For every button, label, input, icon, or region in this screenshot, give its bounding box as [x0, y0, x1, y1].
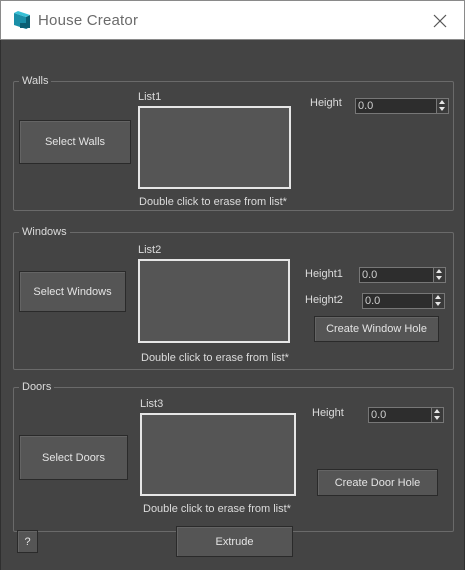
spinner-arrows-icon[interactable] [436, 99, 448, 113]
windows-list[interactable] [138, 259, 290, 343]
close-icon [433, 14, 447, 28]
windows-hint: Double click to erase from list* [141, 352, 289, 364]
list2-label: List2 [138, 244, 162, 256]
spinner-arrows-icon[interactable] [433, 268, 445, 282]
walls-height-spinner[interactable] [355, 98, 449, 114]
windows-height1-spinner[interactable] [359, 267, 446, 283]
walls-list[interactable] [138, 106, 291, 189]
window-title: House Creator [38, 12, 139, 29]
walls-hint: Double click to erase from list* [139, 196, 287, 208]
windows-height2-input[interactable] [365, 294, 432, 308]
windows-height2-spinner[interactable] [362, 293, 445, 309]
walls-height-input[interactable] [358, 99, 436, 113]
windows-height2-label: Height2 [305, 294, 343, 306]
doors-height-input[interactable] [371, 408, 431, 422]
close-button[interactable] [424, 5, 456, 37]
windows-height1-label: Height1 [305, 268, 343, 280]
doors-height-spinner[interactable] [368, 407, 444, 423]
doors-list[interactable] [140, 413, 296, 496]
dialog-body: Walls Select Walls List1 Double click to… [0, 40, 465, 570]
list3-label: List3 [140, 398, 164, 410]
walls-height-label: Height [310, 97, 342, 109]
select-doors-button[interactable]: Select Doors [19, 435, 128, 480]
select-walls-button[interactable]: Select Walls [19, 120, 131, 164]
spinner-arrows-icon[interactable] [431, 408, 443, 422]
windows-group-title: Windows [19, 225, 70, 239]
doors-hint: Double click to erase from list* [143, 503, 291, 515]
create-window-hole-button[interactable]: Create Window Hole [314, 316, 439, 342]
doors-group-title: Doors [19, 380, 55, 394]
windows-height1-input[interactable] [362, 268, 433, 282]
create-door-hole-button[interactable]: Create Door Hole [317, 469, 438, 496]
title-bar: House Creator [0, 0, 465, 40]
spinner-arrows-icon[interactable] [432, 294, 444, 308]
select-windows-button[interactable]: Select Windows [19, 271, 126, 312]
help-button[interactable]: ? [17, 530, 38, 553]
3dsmax-app-icon [14, 11, 30, 29]
doors-height-label: Height [312, 407, 344, 419]
list1-label: List1 [138, 91, 162, 103]
walls-group-title: Walls [19, 74, 52, 88]
extrude-button[interactable]: Extrude [176, 526, 293, 557]
